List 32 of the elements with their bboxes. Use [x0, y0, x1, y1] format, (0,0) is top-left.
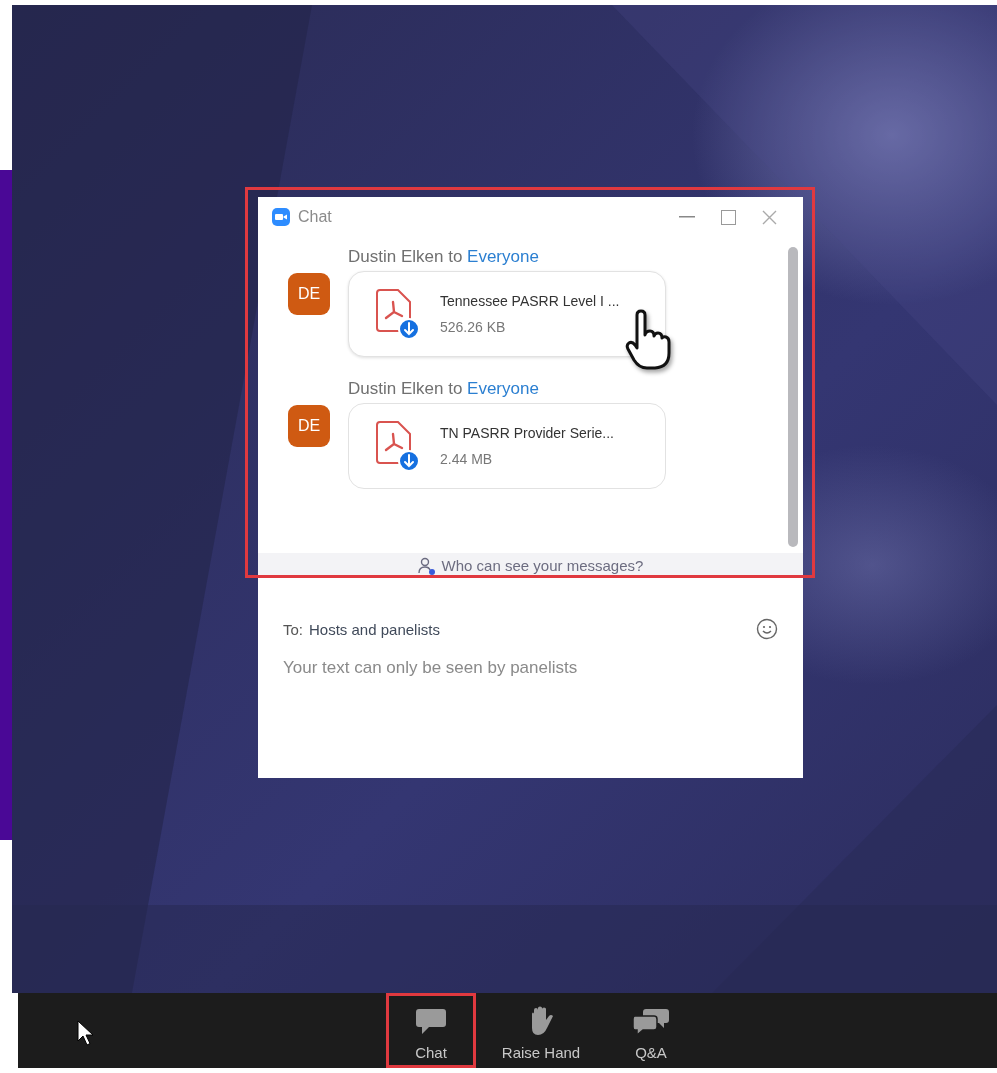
pointer-icon: [77, 1020, 95, 1046]
sender-line: Dustin Elken to Everyone: [348, 379, 540, 399]
file-name: Tennessee PASRR Level I ...: [440, 293, 620, 309]
file-size: 526.26 KB: [440, 319, 507, 335]
speech-bubble-icon: [415, 1008, 447, 1036]
video-camera-icon: [272, 208, 290, 226]
minimize-icon[interactable]: [679, 216, 695, 218]
recipient-selector[interactable]: Hosts and panelists: [309, 620, 440, 638]
people-icon: [417, 556, 436, 575]
speech-bubbles-icon: [632, 1008, 670, 1036]
maximize-icon[interactable]: [721, 209, 736, 225]
close-icon[interactable]: [762, 209, 777, 225]
file-name: TN PASRR Provider Serie...: [440, 425, 614, 441]
toolbar-button[interactable]: Chat: [386, 993, 476, 1068]
to-label: To:: [283, 620, 303, 638]
pdf-download-icon: [374, 288, 418, 340]
file-card[interactable]: Tennessee PASRR Level I ... 526.26 KB: [348, 271, 666, 357]
emoji-icon[interactable]: [756, 618, 778, 640]
hand-cursor-icon: [625, 309, 671, 371]
file-card[interactable]: TN PASRR Provider Serie... 2.44 MB: [348, 403, 666, 489]
avatar: DE: [288, 273, 330, 315]
pdf-download-icon: [374, 420, 418, 472]
recipient-link[interactable]: Everyone: [467, 379, 539, 398]
avatar: DE: [288, 405, 330, 447]
window-title: Chat: [298, 208, 332, 226]
file-size: 2.44 MB: [440, 451, 494, 467]
recipient-link[interactable]: Everyone: [467, 247, 539, 266]
message-input[interactable]: Your text can only be seen by panelists: [283, 658, 763, 678]
toolbar-button[interactable]: Q&A: [606, 993, 696, 1068]
scrollbar[interactable]: [788, 247, 798, 547]
sender-line: Dustin Elken to Everyone: [348, 247, 540, 267]
toolbar-button[interactable]: Raise Hand: [496, 993, 586, 1068]
